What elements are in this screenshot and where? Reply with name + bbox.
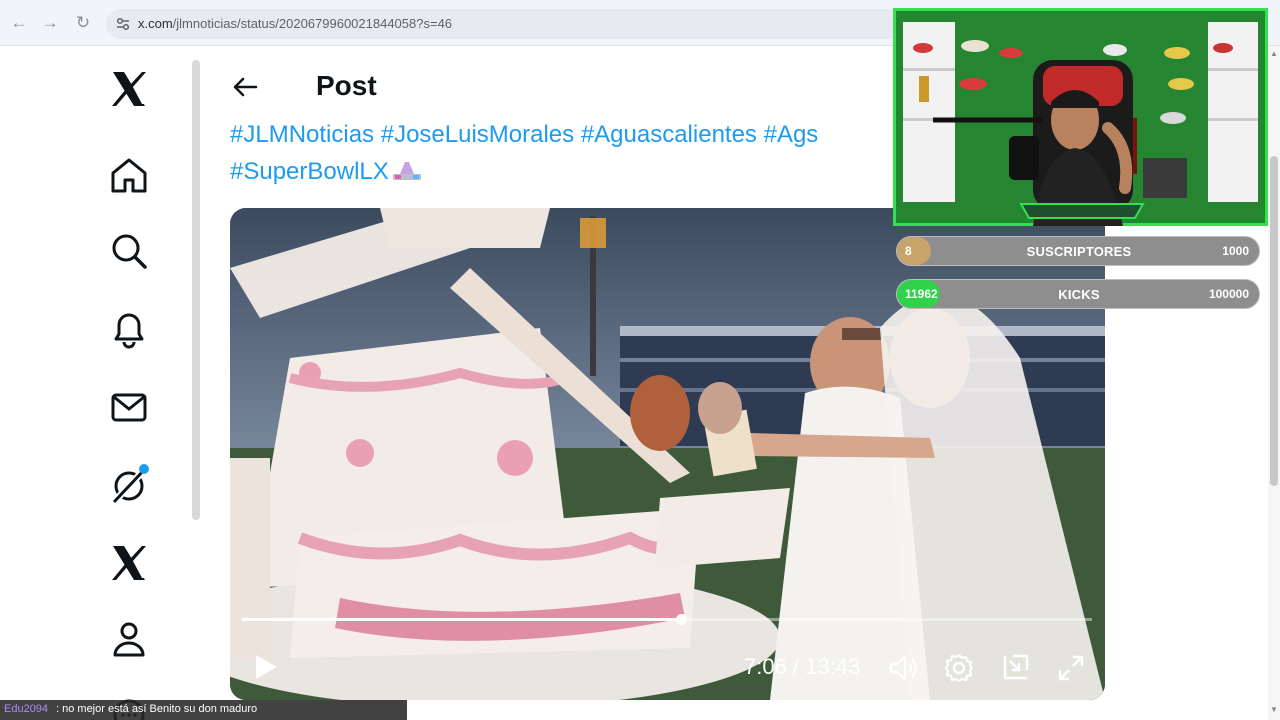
video-progress-knob[interactable] xyxy=(676,614,687,625)
page-scrollbar[interactable]: ▲ ▼ xyxy=(1268,46,1280,720)
superbowl-emoji-icon xyxy=(392,162,421,180)
scroll-up-icon[interactable]: ▲ xyxy=(1270,50,1278,58)
webcam-video-image xyxy=(899,14,1262,226)
gear-icon[interactable] xyxy=(943,652,975,684)
play-icon[interactable] xyxy=(250,652,280,682)
hashtag-superbowl[interactable]: #SuperBowlLX xyxy=(230,158,389,185)
fullscreen-icon[interactable] xyxy=(1055,652,1087,684)
scroll-down-icon[interactable]: ▼ xyxy=(1270,706,1278,714)
goal-bar-kicks: 11962 KICKS 100000 xyxy=(896,279,1260,309)
arrow-left-icon[interactable]: ← xyxy=(8,12,30,34)
picture-in-picture-icon[interactable] xyxy=(999,652,1031,684)
chat-username: Edu2094 xyxy=(4,703,49,715)
video-progress-bar[interactable] xyxy=(242,614,1092,625)
goal-label-suscriptores: SUSCRIPTORES xyxy=(1026,244,1132,259)
video-time: 7:06 / 13:43 xyxy=(744,654,861,679)
address-bar[interactable]: x.com/jlmnoticias/status/202067996002184… xyxy=(106,9,906,39)
goal-label-kicks: KICKS xyxy=(1058,287,1100,302)
hashtag-line-1[interactable]: #JLMNoticias #JoseLuisMorales #Aguascali… xyxy=(230,116,930,153)
messages-envelope-icon[interactable] xyxy=(108,386,150,428)
post-hashtags: #JLMNoticias #JoseLuisMorales #Aguascali… xyxy=(230,116,930,190)
notifications-bell-icon[interactable] xyxy=(108,308,150,350)
goal-bar-suscriptores: 8 SUSCRIPTORES 1000 xyxy=(896,236,1260,266)
stream-chat-message: Edu2094 : no mejor está así Benito su do… xyxy=(0,700,407,720)
page-title: Post xyxy=(316,70,377,101)
back-arrow-icon[interactable] xyxy=(230,72,260,102)
x-logo-icon[interactable] xyxy=(108,68,150,110)
chat-message-text: : no mejor está así Benito su don maduro xyxy=(56,703,258,715)
hashtag-line-2: #SuperBowlLX xyxy=(230,153,930,190)
screen: ← → ↻ x.com/jlmnoticias/status/202067996… xyxy=(0,0,1280,720)
home-icon[interactable] xyxy=(108,154,150,196)
goal-target-kicks: 100000 xyxy=(1208,287,1249,301)
reload-icon[interactable]: ↻ xyxy=(72,12,94,34)
arrow-right-icon[interactable]: → xyxy=(39,12,61,34)
search-icon[interactable] xyxy=(108,230,150,272)
video-progress-fill xyxy=(242,618,681,621)
profile-icon[interactable] xyxy=(108,618,150,660)
grok-icon[interactable] xyxy=(108,464,150,506)
x-premium-icon[interactable] xyxy=(108,542,150,584)
goal-target-suscriptores: 1000 xyxy=(1222,244,1249,258)
url-host: x.com xyxy=(138,16,173,31)
site-settings-icon[interactable] xyxy=(114,15,132,33)
volume-icon[interactable] xyxy=(887,652,919,684)
url-text[interactable]: x.com/jlmnoticias/status/202067996002184… xyxy=(138,16,452,31)
streamer-webcam-overlay xyxy=(893,8,1268,226)
sidebar-scrollbar[interactable] xyxy=(192,60,200,520)
page-scrollbar-thumb[interactable] xyxy=(1270,156,1278,486)
x-sidebar xyxy=(0,46,190,720)
url-path: /jlmnoticias/status/2020679960021844058?… xyxy=(172,16,453,31)
